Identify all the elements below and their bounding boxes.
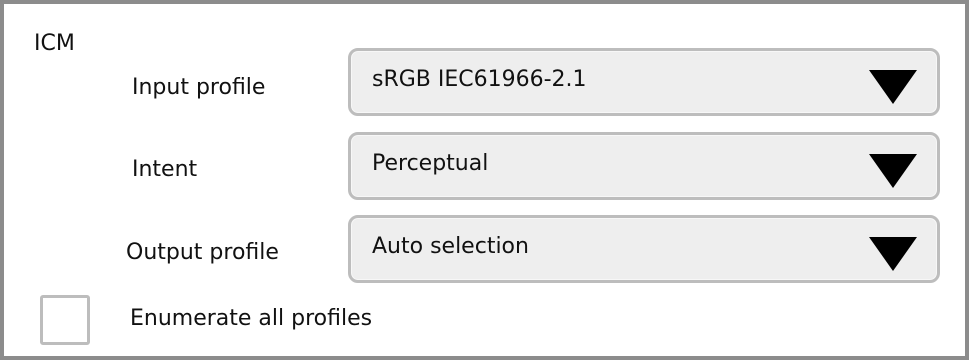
input-profile-value: sRGB IEC61966-2.1 xyxy=(372,67,587,92)
output-profile-value: Auto selection xyxy=(372,234,529,259)
group-title: ICM xyxy=(34,31,75,56)
intent-label: Intent xyxy=(132,157,198,182)
dropdown-arrow-icon[interactable] xyxy=(869,237,917,271)
intent-select[interactable]: Perceptual xyxy=(348,132,940,200)
input-profile-label: Input profile xyxy=(132,75,266,100)
dropdown-arrow-icon[interactable] xyxy=(869,70,917,104)
icm-group: ICM Input profile sRGB IEC61966-2.1 Inte… xyxy=(0,0,969,360)
enumerate-all-profiles-label[interactable]: Enumerate all profiles xyxy=(130,305,372,333)
dropdown-arrow-icon[interactable] xyxy=(869,154,917,188)
output-profile-select[interactable]: Auto selection xyxy=(348,215,940,283)
intent-value: Perceptual xyxy=(372,151,489,176)
input-profile-select[interactable]: sRGB IEC61966-2.1 xyxy=(348,48,940,116)
enumerate-all-profiles-checkbox[interactable] xyxy=(40,295,90,345)
output-profile-label: Output profile xyxy=(126,240,279,265)
